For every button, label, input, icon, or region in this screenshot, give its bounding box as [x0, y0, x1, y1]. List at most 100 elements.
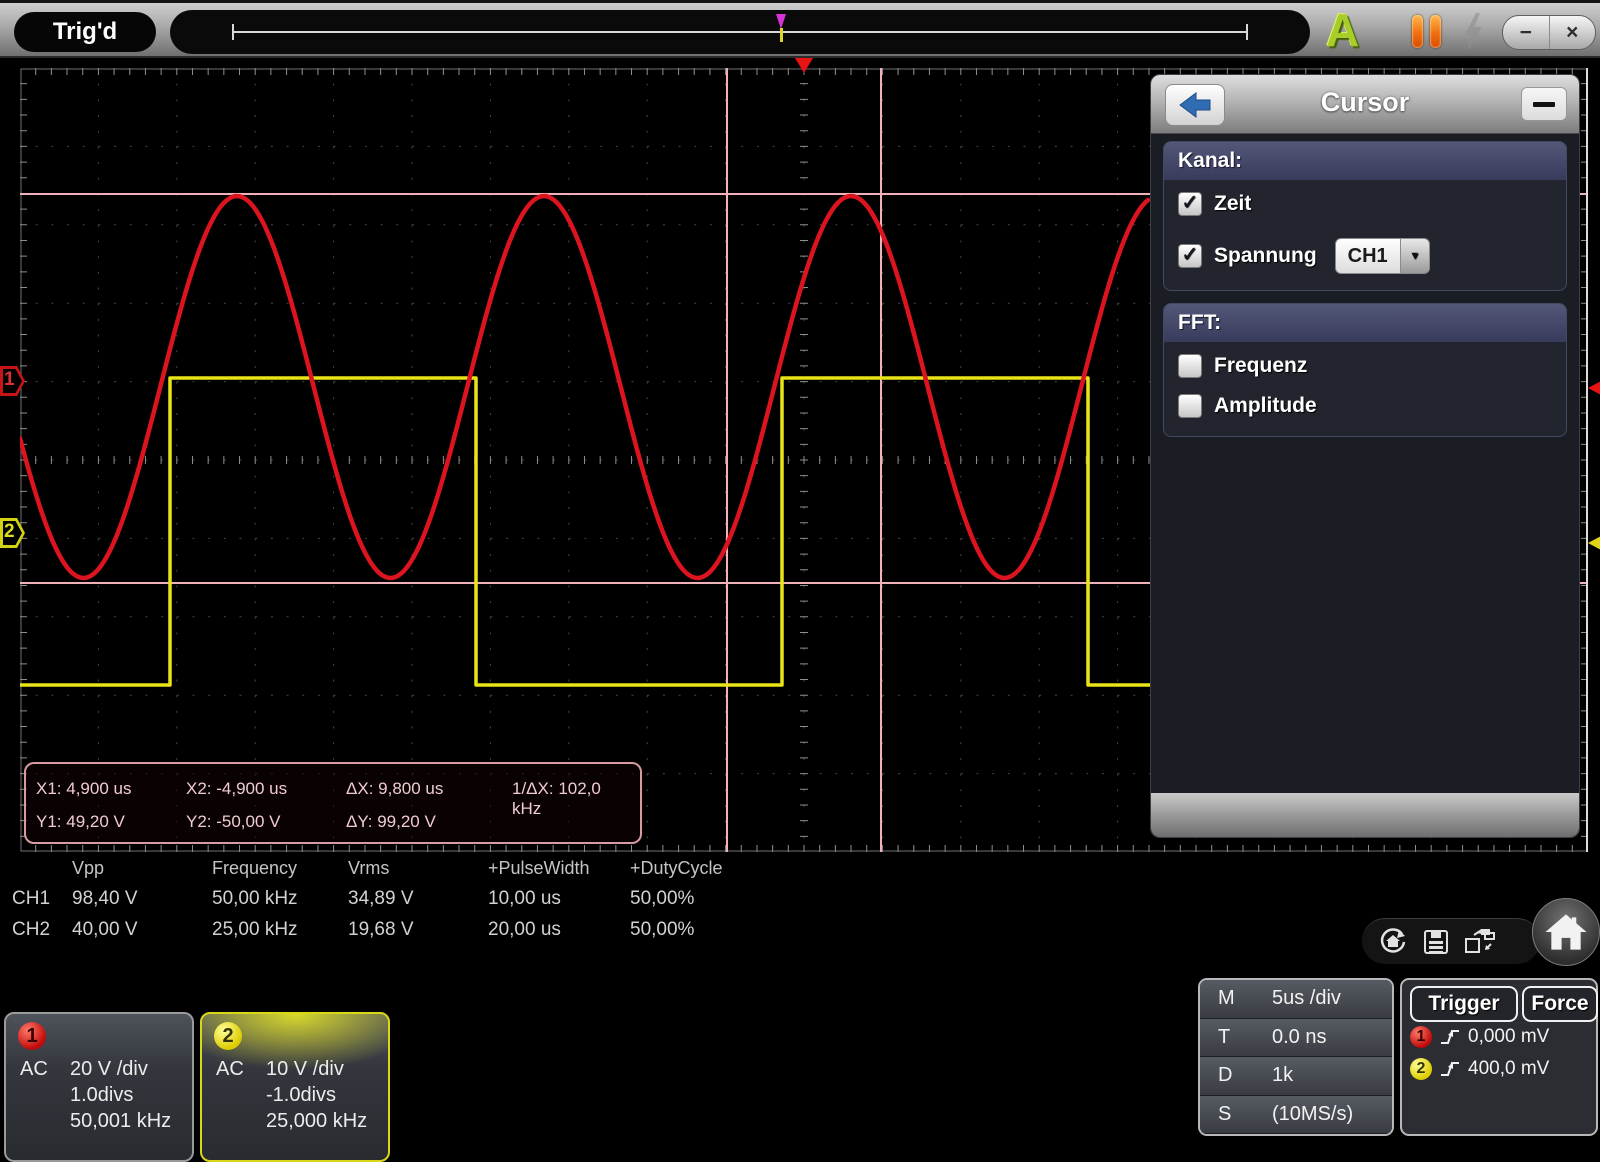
ch1-pulsewidth: 10,00 us — [488, 888, 630, 910]
ch1-coupling: AC — [20, 1058, 48, 1081]
save-button[interactable] — [1422, 928, 1450, 956]
measurement-header-row: Vpp Frequency Vrms +PulseWidth +DutyCycl… — [12, 858, 750, 879]
measurement-row-ch2: CH2 40,00 V 25,00 kHz 19,68 V 20,00 us 5… — [12, 919, 750, 941]
zeit-row[interactable]: Zeit — [1178, 192, 1251, 216]
ch1-vpp: 98,40 V — [72, 888, 212, 910]
amplitude-checkbox[interactable] — [1178, 394, 1202, 418]
ch2-divs: -1.0divs — [266, 1084, 336, 1107]
frequenz-checkbox[interactable] — [1178, 354, 1202, 378]
pause-bar-icon — [1430, 15, 1441, 48]
frequenz-row[interactable]: Frequenz — [1178, 354, 1307, 378]
fft-section: FFT: Frequenz Amplitude — [1163, 303, 1567, 437]
kanal-section: Kanal: Zeit Spannung CH1 — [1163, 141, 1567, 291]
ch2-trigger-level-arrow[interactable] — [1588, 535, 1600, 551]
trigger-level-row-ch2[interactable]: 2 400,0 mV — [1410, 1058, 1549, 1080]
timebase-value-d: 1k — [1272, 1064, 1293, 1087]
ch2-trigger-level: 400,0 mV — [1468, 1058, 1549, 1080]
ch2-vpp: 40,00 V — [72, 919, 212, 941]
horizontal-position-marker[interactable] — [776, 14, 788, 50]
timebase-panel[interactable]: M 5us /div T 0.0 ns D 1k S (10MS/s) — [1198, 978, 1394, 1136]
ch1-scale-line: AC 20 V /div — [20, 1058, 48, 1081]
trigger-position-marker[interactable] — [795, 58, 813, 73]
ch2-row-label: CH2 — [12, 919, 72, 941]
ch2-vrms: 19,68 V — [348, 919, 488, 941]
ch1-trigger-level-arrow[interactable] — [1588, 380, 1600, 396]
cursor-spare-cell — [512, 812, 634, 832]
timebase-value-m: 5us /div — [1272, 987, 1341, 1010]
spannung-row[interactable]: Spannung CH1 — [1178, 238, 1430, 274]
timebase-row-d[interactable]: D 1k — [1200, 1057, 1392, 1096]
pause-button[interactable] — [1412, 15, 1442, 49]
cursor-y1-value: Y1: 49,20 V — [36, 812, 186, 832]
channel-select-dropdown[interactable]: CH1 — [1335, 238, 1430, 274]
cursor-panel-title: Cursor — [1151, 87, 1579, 118]
panel-minimize-icon — [1533, 102, 1555, 107]
measurement-row-ch1: CH1 98,40 V 50,00 kHz 34,89 V 10,00 us 5… — [12, 888, 750, 910]
quick-toolbar — [1362, 918, 1540, 964]
restore-defaults-button[interactable] — [1378, 927, 1408, 957]
ch2-scale-line: AC 10 V /div — [216, 1058, 244, 1081]
trigger-status-badge: Trig'd — [14, 12, 156, 52]
ch1-row-label: CH1 — [12, 888, 72, 910]
home-icon — [1542, 910, 1590, 954]
cursor-dy-value: ΔY: 99,20 V — [346, 812, 512, 832]
timebase-key-t: T — [1200, 1026, 1272, 1049]
logo-letter: A — [1326, 4, 1359, 56]
dropdown-arrow-icon[interactable] — [1401, 238, 1430, 274]
trigger-button[interactable]: Trigger — [1410, 986, 1518, 1022]
ch1-badge-number: 1 — [1417, 1028, 1426, 1046]
timebase-key-d: D — [1200, 1064, 1272, 1087]
panel-minimize-button[interactable] — [1521, 87, 1567, 121]
cursor-panel-header: Cursor — [1151, 75, 1579, 134]
title-bar: Trig'd A − × — [0, 0, 1600, 58]
force-button-label: Force — [1531, 992, 1588, 1016]
ch2-badge: 2 — [1410, 1058, 1432, 1080]
trigger-level-row-ch1[interactable]: 1 0,000 mV — [1410, 1026, 1549, 1048]
amplitude-row[interactable]: Amplitude — [1178, 394, 1317, 418]
copy-screen-button[interactable] — [1464, 927, 1496, 957]
slider-left-endcap — [232, 24, 234, 40]
autoset-lightning-icon[interactable] — [1462, 13, 1486, 51]
app-logo-icon: A — [1326, 3, 1359, 57]
close-button[interactable]: × — [1549, 16, 1595, 49]
ch2-frequency: 25,00 kHz — [212, 919, 348, 941]
ch2-settings-panel[interactable]: 2 AC 10 V /div -1.0divs 25,000 kHz — [200, 1012, 390, 1162]
ch2-pulsewidth: 20,00 us — [488, 919, 630, 941]
horizontal-position-slider[interactable] — [170, 10, 1310, 54]
ch1-freq: 50,001 kHz — [70, 1110, 171, 1133]
ch1-trigger-level: 0,000 mV — [1468, 1026, 1549, 1048]
ch1-number-badge: 1 — [18, 1022, 46, 1050]
trigger-panel: Trigger Force 1 0,000 mV 2 400,0 mV — [1400, 978, 1598, 1136]
timebase-row-t[interactable]: T 0.0 ns — [1200, 1019, 1392, 1058]
ch2-number: 2 — [222, 1025, 233, 1048]
timebase-row-s[interactable]: S (10MS/s) — [1200, 1096, 1392, 1135]
fft-section-header: FFT: — [1164, 304, 1566, 342]
cursor-y2-value: Y2: -50,00 V — [186, 812, 346, 832]
timebase-key-s: S — [1200, 1103, 1272, 1126]
slider-right-endcap — [1246, 24, 1248, 40]
spannung-checkbox[interactable] — [1178, 244, 1202, 268]
ch2-marker-label: 2 — [4, 521, 15, 543]
ch1-number: 1 — [26, 1025, 37, 1048]
trigger-status-text: Trig'd — [53, 18, 117, 46]
hdr-pulsewidth: +PulseWidth — [488, 858, 630, 879]
ch1-settings-panel[interactable]: 1 AC 20 V /div 1.0divs 50,001 kHz — [4, 1012, 194, 1162]
timebase-row-m[interactable]: M 5us /div — [1200, 980, 1392, 1019]
ch2-position-marker[interactable]: 2 — [0, 518, 25, 548]
timebase-key-m: M — [1200, 987, 1272, 1010]
cursor-readout-box: X1: 4,900 us X2: -4,900 us ΔX: 9,800 us … — [24, 762, 642, 844]
trigger-button-label: Trigger — [1428, 992, 1499, 1016]
ch1-vrms: 34,89 V — [348, 888, 488, 910]
minimize-button[interactable]: − — [1503, 16, 1549, 49]
ch2-scale: 10 V /div — [266, 1058, 344, 1081]
pause-bar-icon — [1412, 15, 1423, 48]
ch1-position-marker[interactable]: 1 — [0, 366, 25, 396]
hdr-vpp: Vpp — [72, 858, 212, 879]
force-button[interactable]: Force — [1522, 986, 1598, 1022]
zeit-checkbox[interactable] — [1178, 192, 1202, 216]
display-right-border — [1586, 68, 1588, 852]
home-button[interactable] — [1532, 898, 1600, 966]
ch2-dutycycle: 50,00% — [630, 919, 750, 941]
ch1-badge: 1 — [1410, 1026, 1432, 1048]
spannung-label: Spannung — [1214, 244, 1317, 268]
